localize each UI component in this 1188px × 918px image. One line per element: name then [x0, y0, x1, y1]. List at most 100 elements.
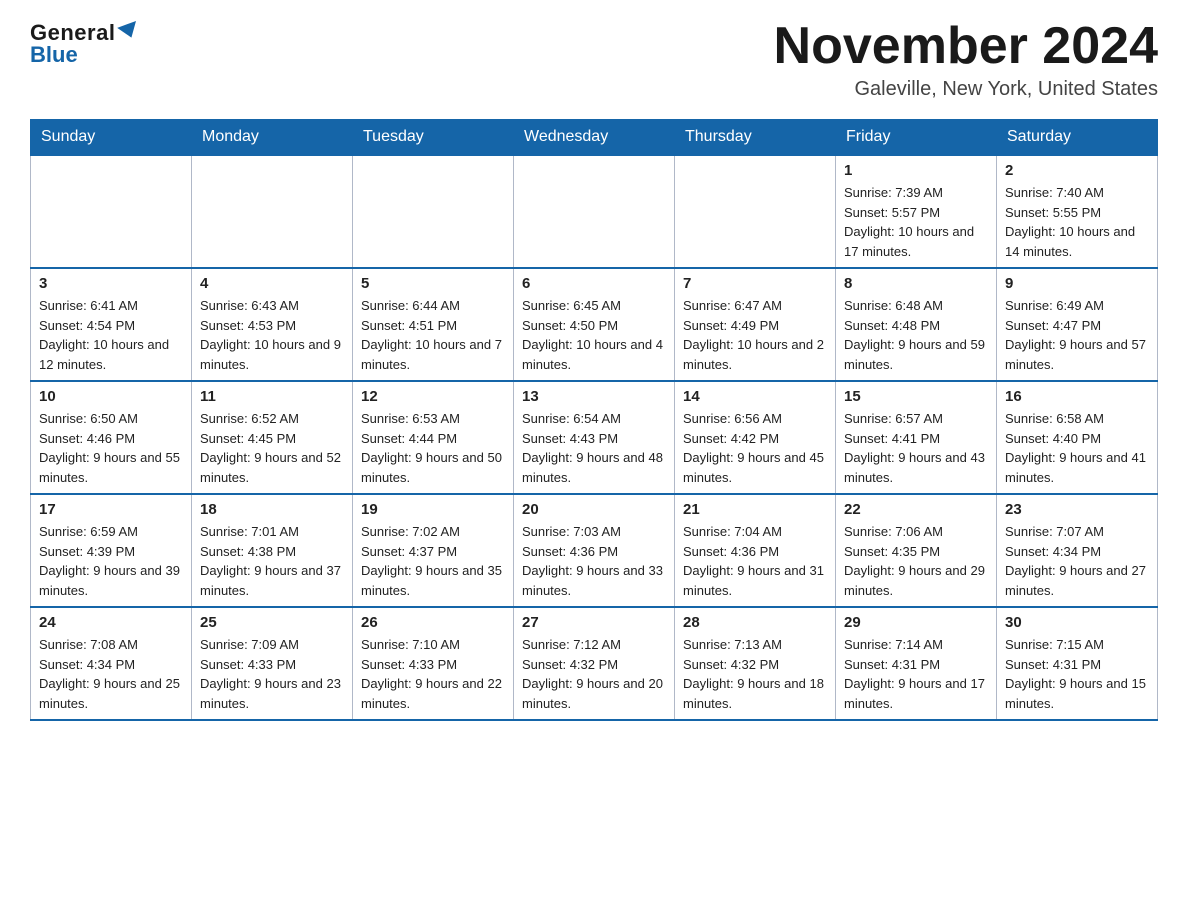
day-info: Sunrise: 6:59 AM Sunset: 4:39 PM Dayligh…	[39, 522, 183, 600]
day-info: Sunrise: 6:44 AM Sunset: 4:51 PM Dayligh…	[361, 296, 505, 374]
day-number: 29	[844, 614, 988, 631]
calendar-cell: 17 Sunrise: 6:59 AM Sunset: 4:39 PM Dayli…	[31, 494, 192, 607]
day-number: 8	[844, 275, 988, 292]
day-number: 1	[844, 162, 988, 179]
day-number: 18	[200, 501, 344, 518]
day-info: Sunrise: 7:08 AM Sunset: 4:34 PM Dayligh…	[39, 635, 183, 713]
calendar-cell: 18 Sunrise: 7:01 AM Sunset: 4:38 PM Dayli…	[192, 494, 353, 607]
calendar-cell: 14 Sunrise: 6:56 AM Sunset: 4:42 PM Dayli…	[675, 381, 836, 494]
day-number: 10	[39, 388, 183, 405]
calendar-cell: 12 Sunrise: 6:53 AM Sunset: 4:44 PM Dayli…	[353, 381, 514, 494]
weekday-header-sunday: Sunday	[31, 120, 192, 156]
weekday-row: SundayMondayTuesdayWednesdayThursdayFrid…	[31, 120, 1158, 156]
week-row-4: 17 Sunrise: 6:59 AM Sunset: 4:39 PM Dayli…	[31, 494, 1158, 607]
day-number: 26	[361, 614, 505, 631]
week-row-1: 1 Sunrise: 7:39 AM Sunset: 5:57 PM Daylig…	[31, 155, 1158, 268]
day-info: Sunrise: 6:56 AM Sunset: 4:42 PM Dayligh…	[683, 409, 827, 487]
week-row-2: 3 Sunrise: 6:41 AM Sunset: 4:54 PM Daylig…	[31, 268, 1158, 381]
day-number: 5	[361, 275, 505, 292]
calendar-cell: 19 Sunrise: 7:02 AM Sunset: 4:37 PM Dayli…	[353, 494, 514, 607]
day-info: Sunrise: 7:15 AM Sunset: 4:31 PM Dayligh…	[1005, 635, 1149, 713]
weekday-header-tuesday: Tuesday	[353, 120, 514, 156]
calendar-cell: 7Sunrise: 6:47 AM Sunset: 4:49 PM Daylig…	[675, 268, 836, 381]
calendar-header: SundayMondayTuesdayWednesdayThursdayFrid…	[31, 120, 1158, 156]
calendar-cell: 4 Sunrise: 6:43 AM Sunset: 4:53 PM Daylig…	[192, 268, 353, 381]
day-info: Sunrise: 7:09 AM Sunset: 4:33 PM Dayligh…	[200, 635, 344, 713]
location-text: Galeville, New York, United States	[774, 78, 1158, 101]
day-info: Sunrise: 6:52 AM Sunset: 4:45 PM Dayligh…	[200, 409, 344, 487]
day-info: Sunrise: 6:48 AM Sunset: 4:48 PM Dayligh…	[844, 296, 988, 374]
day-number: 22	[844, 501, 988, 518]
day-number: 9	[1005, 275, 1149, 292]
calendar-cell: 1 Sunrise: 7:39 AM Sunset: 5:57 PM Daylig…	[836, 155, 997, 268]
day-info: Sunrise: 6:58 AM Sunset: 4:40 PM Dayligh…	[1005, 409, 1149, 487]
page-header: General Blue November 2024 Galeville, Ne…	[30, 20, 1158, 101]
day-number: 25	[200, 614, 344, 631]
weekday-header-friday: Friday	[836, 120, 997, 156]
day-info: Sunrise: 6:50 AM Sunset: 4:46 PM Dayligh…	[39, 409, 183, 487]
day-number: 13	[522, 388, 666, 405]
calendar-cell: 30 Sunrise: 7:15 AM Sunset: 4:31 PM Dayli…	[997, 607, 1158, 720]
day-info: Sunrise: 7:13 AM Sunset: 4:32 PM Dayligh…	[683, 635, 827, 713]
calendar-cell	[675, 155, 836, 268]
week-row-5: 24Sunrise: 7:08 AM Sunset: 4:34 PM Dayli…	[31, 607, 1158, 720]
day-info: Sunrise: 6:54 AM Sunset: 4:43 PM Dayligh…	[522, 409, 666, 487]
day-info: Sunrise: 6:43 AM Sunset: 4:53 PM Dayligh…	[200, 296, 344, 374]
calendar-body: 1 Sunrise: 7:39 AM Sunset: 5:57 PM Daylig…	[31, 155, 1158, 720]
day-info: Sunrise: 7:01 AM Sunset: 4:38 PM Dayligh…	[200, 522, 344, 600]
calendar-cell: 6Sunrise: 6:45 AM Sunset: 4:50 PM Daylig…	[514, 268, 675, 381]
calendar-cell: 22 Sunrise: 7:06 AM Sunset: 4:35 PM Dayli…	[836, 494, 997, 607]
day-info: Sunrise: 7:10 AM Sunset: 4:33 PM Dayligh…	[361, 635, 505, 713]
day-info: Sunrise: 6:41 AM Sunset: 4:54 PM Dayligh…	[39, 296, 183, 374]
day-number: 3	[39, 275, 183, 292]
calendar-cell: 2 Sunrise: 7:40 AM Sunset: 5:55 PM Daylig…	[997, 155, 1158, 268]
day-number: 15	[844, 388, 988, 405]
calendar-cell	[31, 155, 192, 268]
weekday-header-thursday: Thursday	[675, 120, 836, 156]
day-number: 19	[361, 501, 505, 518]
calendar-cell: 3 Sunrise: 6:41 AM Sunset: 4:54 PM Daylig…	[31, 268, 192, 381]
calendar-cell: 8 Sunrise: 6:48 AM Sunset: 4:48 PM Daylig…	[836, 268, 997, 381]
day-info: Sunrise: 7:06 AM Sunset: 4:35 PM Dayligh…	[844, 522, 988, 600]
weekday-header-saturday: Saturday	[997, 120, 1158, 156]
calendar-cell: 21Sunrise: 7:04 AM Sunset: 4:36 PM Dayli…	[675, 494, 836, 607]
calendar-table: SundayMondayTuesdayWednesdayThursdayFrid…	[30, 119, 1158, 721]
day-info: Sunrise: 6:57 AM Sunset: 4:41 PM Dayligh…	[844, 409, 988, 487]
day-number: 27	[522, 614, 666, 631]
calendar-cell: 20Sunrise: 7:03 AM Sunset: 4:36 PM Dayli…	[514, 494, 675, 607]
calendar-cell	[353, 155, 514, 268]
day-number: 6	[522, 275, 666, 292]
calendar-cell: 27Sunrise: 7:12 AM Sunset: 4:32 PM Dayli…	[514, 607, 675, 720]
calendar-cell	[514, 155, 675, 268]
week-row-3: 10 Sunrise: 6:50 AM Sunset: 4:46 PM Dayli…	[31, 381, 1158, 494]
calendar-cell: 15 Sunrise: 6:57 AM Sunset: 4:41 PM Dayli…	[836, 381, 997, 494]
day-info: Sunrise: 7:02 AM Sunset: 4:37 PM Dayligh…	[361, 522, 505, 600]
calendar-cell: 25 Sunrise: 7:09 AM Sunset: 4:33 PM Dayli…	[192, 607, 353, 720]
weekday-header-wednesday: Wednesday	[514, 120, 675, 156]
day-info: Sunrise: 7:07 AM Sunset: 4:34 PM Dayligh…	[1005, 522, 1149, 600]
calendar-cell: 11Sunrise: 6:52 AM Sunset: 4:45 PM Dayli…	[192, 381, 353, 494]
calendar-cell: 10 Sunrise: 6:50 AM Sunset: 4:46 PM Dayli…	[31, 381, 192, 494]
calendar-cell: 9 Sunrise: 6:49 AM Sunset: 4:47 PM Daylig…	[997, 268, 1158, 381]
day-number: 30	[1005, 614, 1149, 631]
calendar-cell: 13 Sunrise: 6:54 AM Sunset: 4:43 PM Dayli…	[514, 381, 675, 494]
calendar-cell	[192, 155, 353, 268]
day-number: 17	[39, 501, 183, 518]
day-info: Sunrise: 6:49 AM Sunset: 4:47 PM Dayligh…	[1005, 296, 1149, 374]
day-number: 7	[683, 275, 827, 292]
day-number: 12	[361, 388, 505, 405]
calendar-cell: 29Sunrise: 7:14 AM Sunset: 4:31 PM Dayli…	[836, 607, 997, 720]
day-number: 4	[200, 275, 344, 292]
logo-triangle-icon	[118, 21, 142, 41]
calendar-cell: 5 Sunrise: 6:44 AM Sunset: 4:51 PM Daylig…	[353, 268, 514, 381]
logo-blue-text: Blue	[30, 42, 78, 68]
month-title: November 2024	[774, 20, 1158, 72]
day-number: 23	[1005, 501, 1149, 518]
calendar-cell: 28Sunrise: 7:13 AM Sunset: 4:32 PM Dayli…	[675, 607, 836, 720]
day-number: 2	[1005, 162, 1149, 179]
day-info: Sunrise: 6:53 AM Sunset: 4:44 PM Dayligh…	[361, 409, 505, 487]
day-info: Sunrise: 7:39 AM Sunset: 5:57 PM Dayligh…	[844, 183, 988, 261]
day-info: Sunrise: 7:40 AM Sunset: 5:55 PM Dayligh…	[1005, 183, 1149, 261]
day-number: 14	[683, 388, 827, 405]
calendar-cell: 24Sunrise: 7:08 AM Sunset: 4:34 PM Dayli…	[31, 607, 192, 720]
